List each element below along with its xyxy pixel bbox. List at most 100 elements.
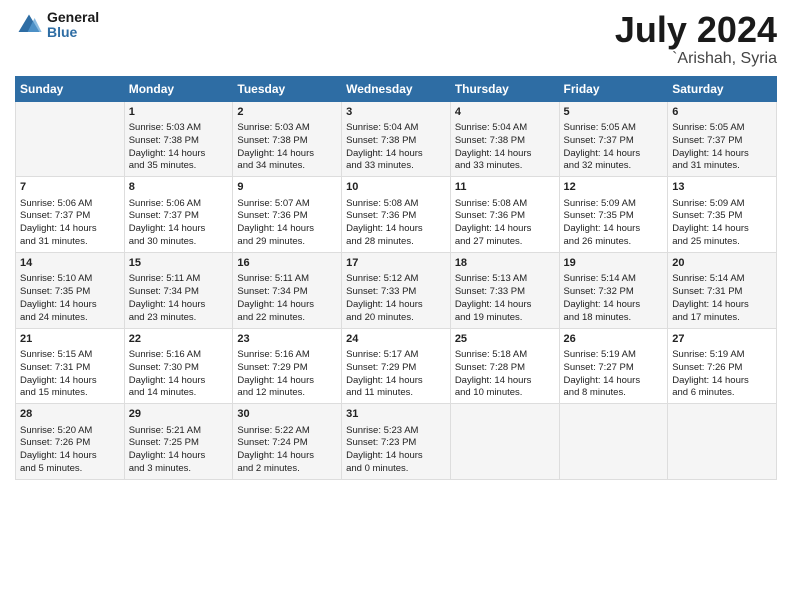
day-info-line: and 33 minutes. [455,160,523,171]
day-info-line: Sunset: 7:37 PM [129,210,199,221]
day-info-line: and 24 minutes. [20,312,88,323]
day-info-line: Sunset: 7:36 PM [455,210,525,221]
calendar-cell: 16Sunrise: 5:11 AMSunset: 7:34 PMDayligh… [233,252,342,328]
day-info-line: Sunrise: 5:18 AM [455,349,527,360]
logo-icon [15,11,43,39]
calendar-cell: 24 Sunrise: 5:17 AMSunset: 7:29 PMDayligh… [342,328,451,404]
day-number: 31 [346,407,446,422]
calendar-cell: 31 Sunrise: 5:23 AMSunset: 7:23 PMDayligh… [342,404,451,480]
day-info-line: and 22 minutes. [237,312,305,323]
day-info-line: Sunrise: 5:03 AM [237,122,309,133]
day-info-line: Daylight: 14 hours [672,148,749,159]
calendar-cell: 29Sunrise: 5:21 AMSunset: 7:25 PMDayligh… [124,404,233,480]
day-info-line: Sunset: 7:36 PM [237,210,307,221]
day-info-line: and 5 minutes. [20,463,82,474]
day-info-line: Daylight: 14 hours [129,375,206,386]
day-info-line: Sunrise: 5:06 AM [20,198,92,209]
day-info-line: Daylight: 14 hours [20,299,97,310]
col-monday: Monday [124,76,233,101]
day-info-line: Sunset: 7:34 PM [129,286,199,297]
day-info-line: Sunrise: 5:20 AM [20,425,92,436]
day-info-line: Daylight: 14 hours [564,375,641,386]
day-info-line: and 28 minutes. [346,236,414,247]
day-number: 10 [346,180,446,195]
day-info-line: Daylight: 14 hours [564,299,641,310]
day-number: 6 [672,105,772,120]
day-info-line: Sunrise: 5:06 AM [129,198,201,209]
day-info-line: Sunrise: 5:04 AM [346,122,418,133]
day-info-line: Daylight: 14 hours [672,299,749,310]
day-info-line: Daylight: 14 hours [20,450,97,461]
calendar-cell: 10Sunrise: 5:08 AMSunset: 7:36 PMDayligh… [342,177,451,253]
day-content: Sunrise: 5:03 AMSunset: 7:38 PMDaylight:… [129,122,229,173]
day-content: Sunrise: 5:17 AMSunset: 7:29 PMDaylight:… [346,349,446,400]
day-info-line: Sunrise: 5:05 AM [564,122,636,133]
day-info-line: Daylight: 14 hours [672,223,749,234]
day-content: Sunrise: 5:16 AMSunset: 7:30 PMDaylight:… [129,349,229,400]
day-info-line: and 33 minutes. [346,160,414,171]
week-row-5: 28 Sunrise: 5:20 AMSunset: 7:26 PMDayligh… [16,404,777,480]
day-info-line: Sunset: 7:24 PM [237,437,307,448]
day-number: 30 [237,407,337,422]
calendar-cell: 28 Sunrise: 5:20 AMSunset: 7:26 PMDayligh… [16,404,125,480]
calendar-cell: 23Sunrise: 5:16 AMSunset: 7:29 PMDayligh… [233,328,342,404]
week-row-3: 14Sunrise: 5:10 AMSunset: 7:35 PMDayligh… [16,252,777,328]
day-number: 4 [455,105,555,120]
col-saturday: Saturday [668,76,777,101]
calendar-cell: 19Sunrise: 5:14 AMSunset: 7:32 PMDayligh… [559,252,668,328]
day-info-line: and 20 minutes. [346,312,414,323]
day-content: Sunrise: 5:23 AMSunset: 7:23 PMDaylight:… [346,425,446,476]
calendar-cell: 18Sunrise: 5:13 AMSunset: 7:33 PMDayligh… [450,252,559,328]
day-info-line: Sunset: 7:25 PM [129,437,199,448]
day-info-line: Daylight: 14 hours [346,299,423,310]
calendar-cell: 6Sunrise: 5:05 AMSunset: 7:37 PMDaylight… [668,101,777,177]
day-number: 18 [455,256,555,271]
calendar-cell [16,101,125,177]
day-info-line: Daylight: 14 hours [237,223,314,234]
day-info-line: Daylight: 14 hours [20,223,97,234]
day-info-line: Sunset: 7:31 PM [672,286,742,297]
day-info-line: Daylight: 14 hours [564,223,641,234]
logo-text: General Blue [47,10,99,41]
day-info-line: Daylight: 14 hours [564,148,641,159]
calendar-cell: 17 Sunrise: 5:12 AMSunset: 7:33 PMDayligh… [342,252,451,328]
day-number: 19 [564,256,664,271]
col-thursday: Thursday [450,76,559,101]
logo: General Blue [15,10,99,41]
day-number: 17 [346,256,446,271]
day-content: Sunrise: 5:12 AMSunset: 7:33 PMDaylight:… [346,273,446,324]
day-number: 2 [237,105,337,120]
day-info-line: Sunrise: 5:13 AM [455,273,527,284]
day-info-line: Sunset: 7:23 PM [346,437,416,448]
day-info-line: and 29 minutes. [237,236,305,247]
week-row-4: 21Sunrise: 5:15 AMSunset: 7:31 PMDayligh… [16,328,777,404]
calendar-table: Sunday Monday Tuesday Wednesday Thursday… [15,76,777,480]
day-info-line: Sunrise: 5:21 AM [129,425,201,436]
day-content: Sunrise: 5:05 AMSunset: 7:37 PMDaylight:… [564,122,664,173]
day-info-line: Sunset: 7:27 PM [564,362,634,373]
day-info-line: and 3 minutes. [129,463,191,474]
day-content: Sunrise: 5:18 AMSunset: 7:28 PMDaylight:… [455,349,555,400]
day-content: Sunrise: 5:11 AMSunset: 7:34 PMDaylight:… [129,273,229,324]
day-info-line: Sunset: 7:38 PM [346,135,416,146]
calendar-cell: 8Sunrise: 5:06 AMSunset: 7:37 PMDaylight… [124,177,233,253]
calendar-cell: 25Sunrise: 5:18 AMSunset: 7:28 PMDayligh… [450,328,559,404]
day-content: Sunrise: 5:20 AMSunset: 7:26 PMDaylight:… [20,425,120,476]
main-title: July 2024 [615,10,777,50]
day-number: 5 [564,105,664,120]
day-number: 28 [20,407,120,422]
day-info-line: and 14 minutes. [129,387,197,398]
day-info-line: and 27 minutes. [455,236,523,247]
calendar-cell: 21Sunrise: 5:15 AMSunset: 7:31 PMDayligh… [16,328,125,404]
day-info-line: Sunrise: 5:11 AM [129,273,201,284]
day-info-line: and 18 minutes. [564,312,632,323]
day-number: 9 [237,180,337,195]
day-info-line: Sunrise: 5:14 AM [564,273,636,284]
day-info-line: Sunset: 7:38 PM [237,135,307,146]
day-info-line: and 32 minutes. [564,160,632,171]
calendar-cell: 4Sunrise: 5:04 AMSunset: 7:38 PMDaylight… [450,101,559,177]
day-info-line: Daylight: 14 hours [346,375,423,386]
day-number: 24 [346,332,446,347]
day-info-line: Daylight: 14 hours [346,148,423,159]
day-info-line: Sunset: 7:33 PM [346,286,416,297]
